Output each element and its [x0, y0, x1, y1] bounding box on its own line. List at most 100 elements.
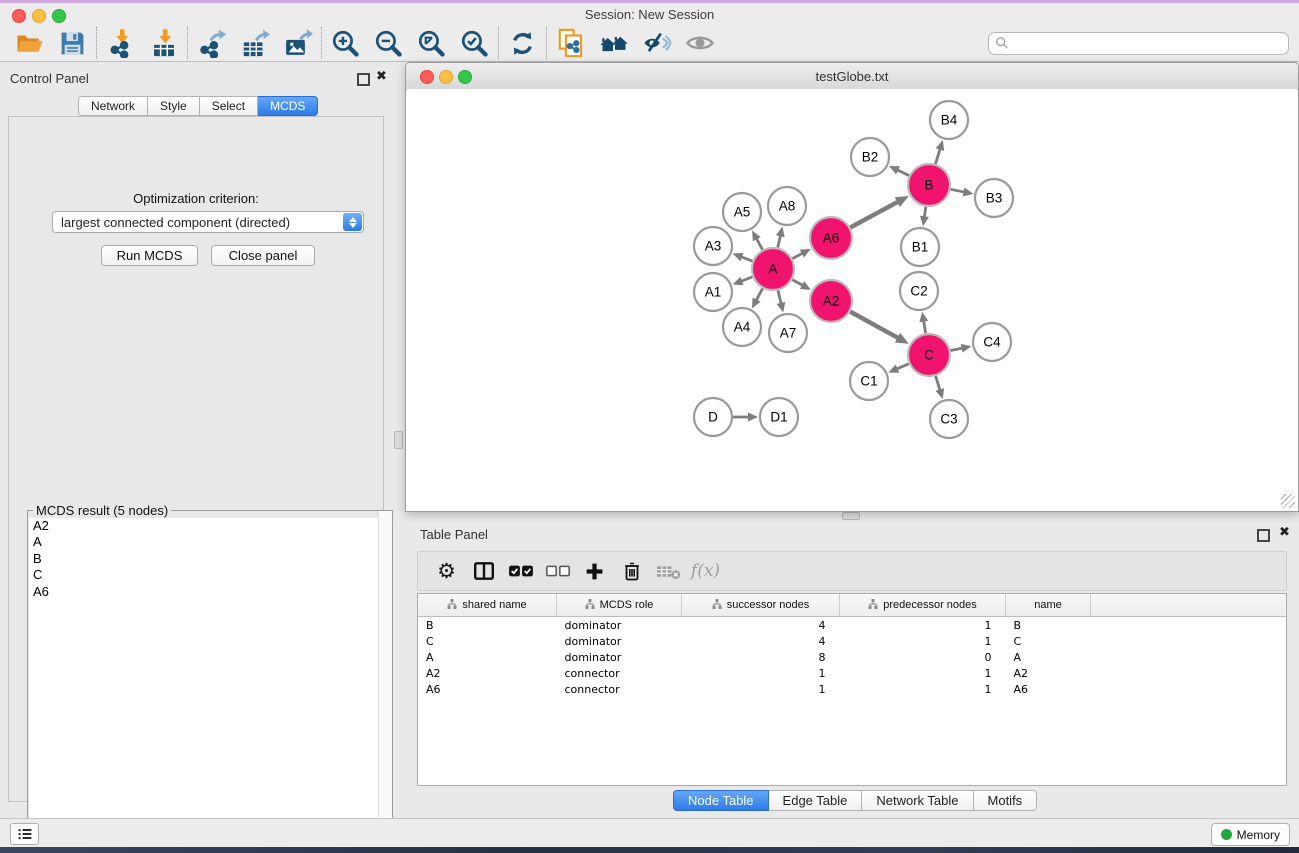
tab-edge-table[interactable]: Edge Table [769, 790, 863, 811]
graph-node-B4[interactable]: B4 [930, 101, 968, 139]
network-window-titlebar[interactable]: testGlobe.txt [406, 63, 1298, 90]
column-header-successor-nodes[interactable]: successor nodes [682, 594, 840, 617]
import-network-icon[interactable] [99, 26, 142, 60]
graph-edge-B-B4[interactable] [935, 148, 940, 164]
graph-edge-B-B3[interactable] [951, 189, 966, 192]
mcds-result-item[interactable]: B [29, 551, 391, 567]
delete-table-icon[interactable] [650, 555, 687, 587]
column-view-icon[interactable] [465, 555, 502, 587]
search-field[interactable] [988, 32, 1289, 55]
table-row[interactable]: A6connector11A6 [418, 681, 1286, 697]
graph-edge-A-A5[interactable] [756, 237, 763, 249]
show-eye-icon[interactable] [678, 26, 721, 60]
zoom-out-icon[interactable] [367, 26, 410, 60]
hide-eye-icon[interactable] [635, 26, 678, 60]
mcds-result-item[interactable]: C [29, 567, 391, 583]
close-panel-icon[interactable]: ✖ [376, 68, 387, 84]
vertical-split-grip[interactable] [394, 431, 403, 449]
zoom-fit-icon[interactable] [410, 26, 453, 60]
table-row[interactable]: A2connector11A2 [418, 665, 1286, 681]
graph-node-B2[interactable]: B2 [851, 138, 889, 176]
graph-node-C1[interactable]: C1 [850, 362, 888, 400]
clone-network-icon[interactable] [549, 26, 592, 60]
network-graph[interactable]: B4 B2 B B3 A8A5 A6 A3 B1 A C2 A1 A2 A4A7 C4 C C1 D D1 C3 [407, 89, 1297, 510]
graph-node-A6[interactable]: A6 [810, 217, 852, 259]
graph-edge-A-A4[interactable] [756, 288, 763, 301]
window-resize-grip-icon[interactable] [1281, 494, 1295, 508]
table-row[interactable]: Bdominator41B [418, 617, 1286, 634]
add-column-icon[interactable] [576, 555, 613, 587]
import-table-icon[interactable] [142, 26, 185, 60]
mcds-result-item[interactable]: A6 [29, 584, 391, 600]
search-input[interactable] [1009, 35, 1288, 51]
function-builder-icon[interactable]: f(x) [687, 555, 724, 587]
graph-node-B[interactable]: B [908, 164, 950, 206]
graph-edge-C-C2[interactable] [923, 320, 925, 334]
graph-node-A8[interactable]: A8 [768, 187, 806, 225]
mcds-result-item[interactable]: A2 [29, 518, 391, 534]
open-file-icon[interactable] [8, 26, 51, 60]
run-mcds-button[interactable]: Run MCDS [101, 245, 198, 266]
criterion-select[interactable]: largest connected component (directed) [52, 211, 364, 233]
save-session-icon[interactable] [51, 26, 94, 60]
tab-select[interactable]: Select [200, 96, 258, 116]
delete-column-icon[interactable] [613, 555, 650, 587]
tab-network[interactable]: Network [78, 96, 148, 116]
column-header-filler [1091, 594, 1287, 617]
graph-node-C[interactable]: C [908, 334, 950, 376]
column-header-MCDS-role[interactable]: MCDS role [557, 594, 682, 617]
export-table-icon[interactable] [233, 26, 276, 60]
select-all-columns-icon[interactable] [502, 555, 539, 587]
graph-node-C4[interactable]: C4 [973, 323, 1011, 361]
graph-node-D[interactable]: D [694, 398, 732, 436]
tab-motifs[interactable]: Motifs [974, 790, 1038, 811]
table-row[interactable]: Cdominator41C [418, 633, 1286, 649]
result-list-scrollbar[interactable] [378, 511, 392, 851]
export-network-icon[interactable] [190, 26, 233, 60]
mcds-result-list[interactable]: A2ABCA6 [29, 518, 391, 850]
graph-node-B3[interactable]: B3 [975, 179, 1013, 217]
graph-edge-A-A7[interactable] [778, 290, 781, 304]
deselect-all-columns-icon[interactable] [539, 555, 576, 587]
zoom-in-icon[interactable] [324, 26, 367, 60]
export-image-icon[interactable] [276, 26, 319, 60]
tab-mcds[interactable]: MCDS [258, 96, 318, 116]
close-table-panel-icon[interactable]: ✖ [1279, 524, 1290, 540]
graph-node-A[interactable]: A [752, 248, 794, 290]
graph-edge-B-B2[interactable] [896, 169, 909, 175]
network-canvas[interactable]: B4 B2 B B3 A8A5 A6 A3 B1 A C2 A1 A2 A4A7 C4 C C1 D D1 C3 [407, 89, 1297, 510]
table-row[interactable]: Adominator80A [418, 649, 1286, 665]
home-networks-icon[interactable] [592, 26, 635, 60]
graph-node-A7[interactable]: A7 [769, 314, 807, 352]
close-panel-button[interactable]: Close panel [211, 245, 315, 266]
column-header-shared-name[interactable]: shared name [418, 594, 557, 617]
zoom-selected-icon[interactable] [453, 26, 496, 60]
column-header-predecessor-nodes[interactable]: predecessor nodes [840, 594, 1006, 617]
graph-node-C3[interactable]: C3 [930, 400, 968, 438]
tab-style[interactable]: Style [148, 96, 200, 116]
task-history-button[interactable] [10, 823, 39, 845]
graph-node-A3[interactable]: A3 [694, 227, 732, 265]
memory-button[interactable]: Memory [1211, 823, 1290, 846]
table-cell: 1 [840, 617, 1006, 634]
graph-node-A5[interactable]: A5 [723, 193, 761, 231]
graph-edge-C-C3[interactable] [936, 376, 941, 391]
graph-edge-A2-C[interactable] [850, 312, 899, 339]
refresh-layout-icon[interactable] [501, 26, 544, 60]
graph-node-A4[interactable]: A4 [723, 308, 761, 346]
graph-node-D1[interactable]: D1 [760, 398, 798, 436]
graph-node-A1[interactable]: A1 [694, 273, 732, 311]
graph-node-A2[interactable]: A2 [810, 280, 852, 322]
settings-gear-icon[interactable]: ⚙ [428, 555, 465, 587]
graph-node-B1[interactable]: B1 [901, 228, 939, 266]
mcds-result-item[interactable]: A [29, 534, 391, 550]
float-table-panel-icon[interactable] [1257, 529, 1270, 542]
graph-edge-A-A8[interactable] [778, 234, 781, 247]
tab-node-table[interactable]: Node Table [673, 790, 769, 811]
tab-network-table[interactable]: Network Table [862, 790, 973, 811]
column-header-name[interactable]: name [1006, 594, 1091, 617]
float-panel-icon[interactable] [357, 73, 370, 86]
graph-edge-C-C1[interactable] [896, 364, 909, 370]
graph-node-C2[interactable]: C2 [900, 272, 938, 310]
graph-edge-A6-B[interactable] [850, 201, 899, 227]
